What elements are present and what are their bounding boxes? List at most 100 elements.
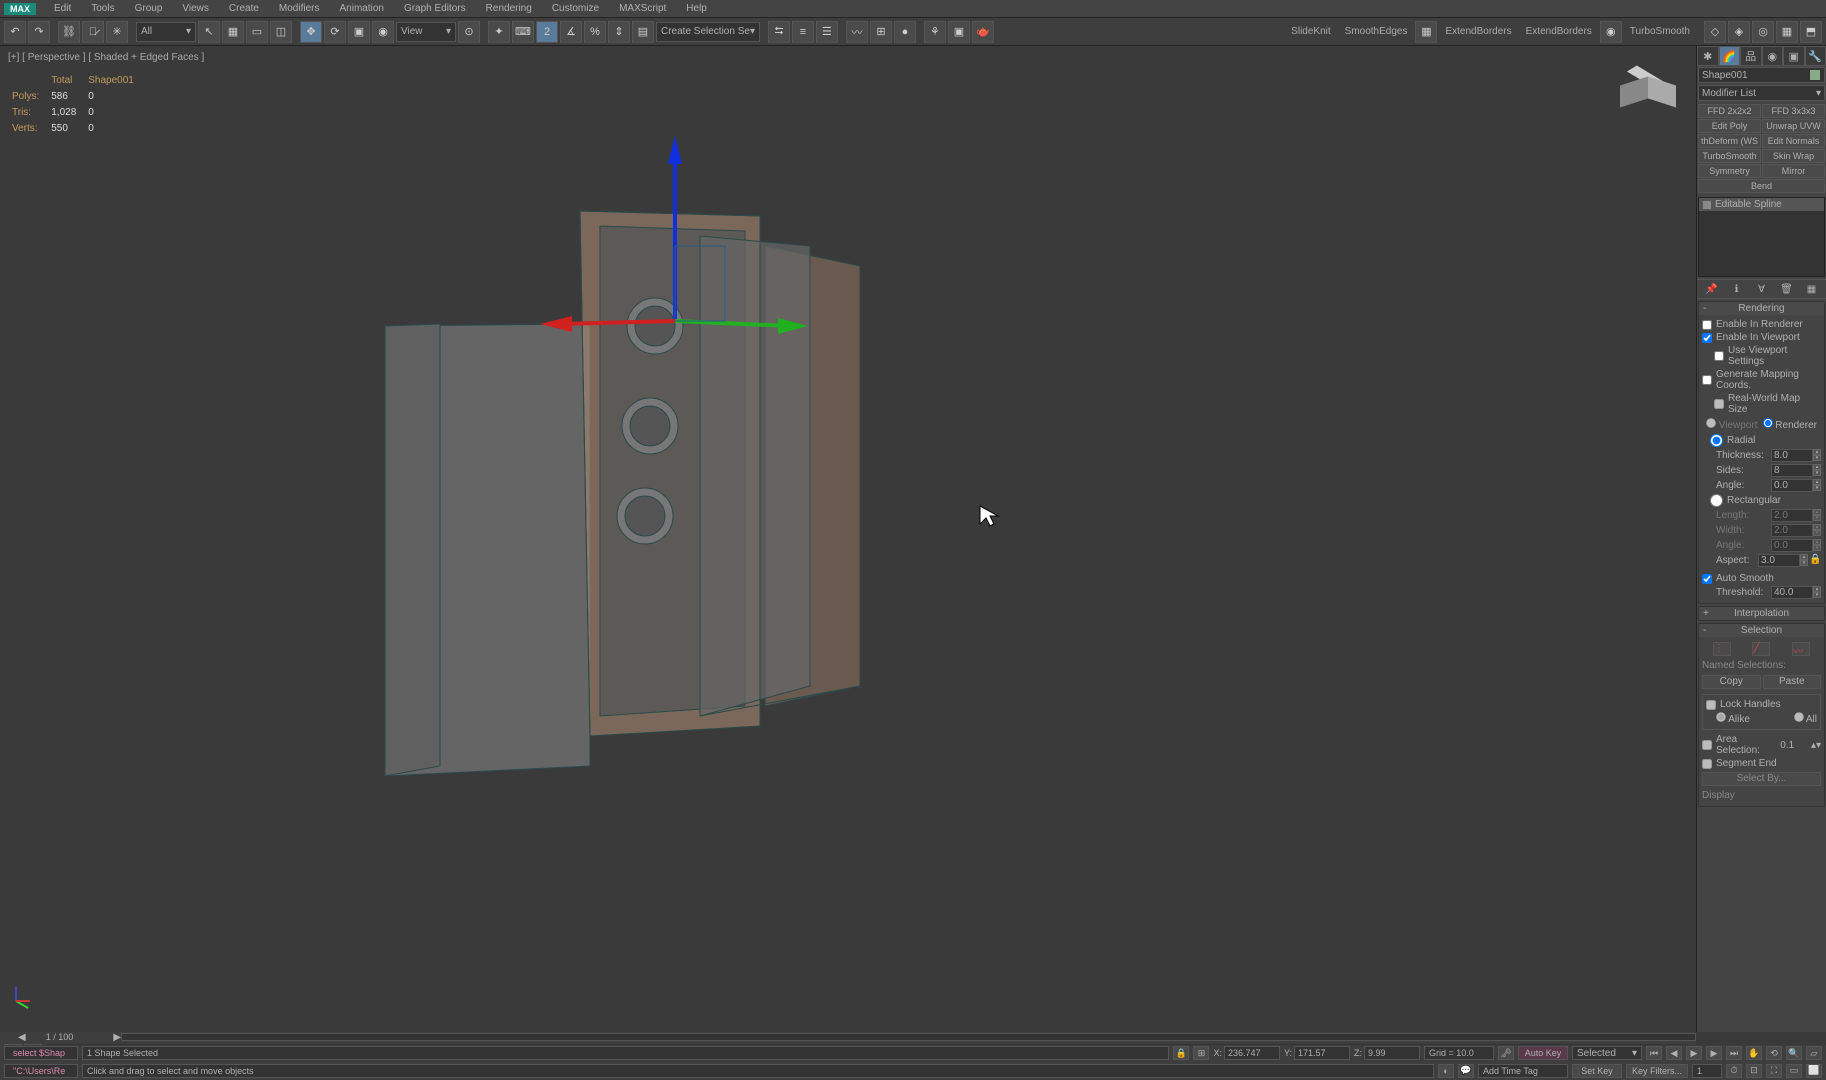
mod-edit-normals[interactable]: Edit Normals [1762, 134, 1825, 148]
menu-modifiers[interactable]: Modifiers [269, 1, 330, 16]
menu-graph-editors[interactable]: Graph Editors [394, 1, 476, 16]
tab-utilities[interactable]: 🔧 [1805, 46, 1826, 66]
angle-spinner[interactable]: 0.0 [1771, 479, 1813, 492]
script-smoothedges[interactable]: SmoothEdges [1339, 26, 1414, 37]
rotate-button[interactable]: ⟳ [324, 21, 346, 43]
menu-group[interactable]: Group [125, 1, 173, 16]
perspective-viewport[interactable]: [+] [ Perspective ] [ Shaded + Edged Fac… [0, 46, 1696, 1032]
script-extendborders[interactable]: ExtendBorders [1439, 26, 1517, 37]
menu-edit[interactable]: Edit [44, 1, 81, 16]
unlink-button[interactable]: ⛓̷ [82, 21, 104, 43]
spline-subobj-button[interactable]: 〰 [1792, 642, 1810, 656]
window-crossing-button[interactable]: ◫ [270, 21, 292, 43]
tab-modify[interactable]: 🌈 [1719, 46, 1741, 66]
tool-icon-c[interactable]: ◎ [1752, 21, 1774, 43]
nav-fov-icon[interactable]: ▱ [1806, 1046, 1822, 1060]
aspect-lock-icon[interactable]: 🔒 [1809, 554, 1821, 567]
menu-create[interactable]: Create [219, 1, 269, 16]
mod-edit-poly[interactable]: Edit Poly [1698, 119, 1761, 133]
configure-modifier-icon[interactable]: ▦ [1804, 282, 1820, 296]
lock-selection-icon[interactable]: 🔒 [1173, 1046, 1189, 1060]
mod-thdeform[interactable]: thDeform (WS [1698, 134, 1761, 148]
renderer-radio[interactable] [1763, 418, 1773, 428]
auto-key-button[interactable]: Auto Key [1518, 1046, 1568, 1060]
manipulate-button[interactable]: ✦ [488, 21, 510, 43]
y-coord-field[interactable]: 171.57 [1294, 1046, 1350, 1060]
remove-modifier-icon[interactable]: 🗑 [1779, 282, 1795, 296]
generate-mapping-check[interactable] [1702, 375, 1712, 385]
named-selection-dropdown[interactable]: Create Selection Se▾ [656, 22, 760, 42]
key-filters-button[interactable]: Key Filters... [1626, 1064, 1688, 1078]
script-turbosmooth[interactable]: TurboSmooth [1624, 26, 1696, 37]
mirror-button[interactable]: ⮀ [768, 21, 790, 43]
key-icon[interactable]: 🗝 [1498, 1046, 1514, 1060]
segment-subobj-button[interactable]: ╱ [1752, 642, 1770, 656]
enable-in-renderer-check[interactable] [1702, 320, 1712, 330]
redo-button[interactable]: ↷ [28, 21, 50, 43]
menu-tools[interactable]: Tools [81, 1, 124, 16]
tool-icon-e[interactable]: ⬒ [1800, 21, 1822, 43]
threshold-spinner[interactable]: 40.0 [1771, 586, 1813, 599]
snap-2d-button[interactable]: 2 [536, 21, 558, 43]
make-unique-icon[interactable]: ∀ [1754, 282, 1770, 296]
mod-unwrap-uvw[interactable]: Unwrap UVW [1762, 119, 1825, 133]
link-button[interactable]: ⛓ [58, 21, 80, 43]
auto-smooth-check[interactable] [1702, 574, 1712, 584]
material-editor-button[interactable]: ● [894, 21, 916, 43]
absolute-relative-icon[interactable]: ⊞ [1193, 1046, 1209, 1060]
rollout-interpolation-header[interactable]: +Interpolation [1699, 607, 1824, 620]
mod-mirror[interactable]: Mirror [1762, 164, 1825, 178]
ref-coord-button[interactable]: ◉ [372, 21, 394, 43]
tool-icon-b[interactable]: ◈ [1728, 21, 1750, 43]
nav-zoom-icon[interactable]: 🔍 [1786, 1046, 1802, 1060]
menu-customize[interactable]: Customize [542, 1, 609, 16]
enable-in-viewport-check[interactable] [1702, 333, 1712, 343]
select-region-button[interactable]: ▭ [246, 21, 268, 43]
set-key-button[interactable]: Set Key [1572, 1064, 1622, 1078]
nav-zoom-ext-icon[interactable]: ⛶ [1766, 1064, 1782, 1078]
bind-spacewarp-button[interactable]: ✳ [106, 21, 128, 43]
script-icon-2[interactable]: ◉ [1600, 21, 1622, 43]
modifier-stack[interactable]: Editable Spline [1698, 197, 1825, 277]
keyboard-shortcut-button[interactable]: ⌨ [512, 21, 534, 43]
next-frame-icon[interactable]: ▶ [1706, 1046, 1722, 1060]
goto-end-icon[interactable]: ⏭ [1726, 1046, 1742, 1060]
add-time-tag[interactable]: Add Time Tag [1478, 1064, 1568, 1078]
scale-button[interactable]: ▣ [348, 21, 370, 43]
mod-bend[interactable]: Bend [1698, 179, 1825, 193]
edit-named-sel-button[interactable]: ▤ [632, 21, 654, 43]
isolate-icon[interactable]: ◐ [1438, 1064, 1454, 1078]
render-frame-button[interactable]: ▣ [948, 21, 970, 43]
mod-turbosmooth[interactable]: TurboSmooth [1698, 149, 1761, 163]
time-slider[interactable]: ◀ 1 / 100 ▶ [0, 1032, 1696, 1042]
pivot-center-button[interactable]: ⊙ [458, 21, 480, 43]
aspect-spinner[interactable]: 3.0 [1758, 554, 1800, 567]
select-object-button[interactable]: ↖ [198, 21, 220, 43]
rollout-selection-header[interactable]: -Selection [1699, 624, 1824, 637]
nav-max-icon[interactable]: ⬜ [1806, 1064, 1822, 1078]
tab-display[interactable]: ▣ [1783, 46, 1805, 66]
menu-help[interactable]: Help [676, 1, 717, 16]
tab-motion[interactable]: ◉ [1762, 46, 1784, 66]
nav-arc-icon[interactable]: ⟲ [1766, 1046, 1782, 1060]
snap-angle-button[interactable]: ∡ [560, 21, 582, 43]
rectangular-radio[interactable] [1710, 494, 1723, 507]
script-icon-1[interactable]: ▦ [1415, 21, 1437, 43]
rollout-rendering-header[interactable]: -Rendering [1699, 302, 1824, 315]
nav-pan-icon[interactable]: ✋ [1746, 1046, 1762, 1060]
show-end-result-icon[interactable]: ℹ [1729, 282, 1745, 296]
use-viewport-settings-check[interactable] [1714, 351, 1724, 361]
snap-percent-button[interactable]: % [584, 21, 606, 43]
nav-zoom-all-icon[interactable]: ⊡ [1746, 1064, 1762, 1078]
tab-hierarchy[interactable]: 品 [1740, 46, 1762, 66]
paste-selection-button[interactable]: Paste [1763, 675, 1822, 689]
move-button[interactable]: ✥ [300, 21, 322, 43]
nav-region-icon[interactable]: ▭ [1786, 1064, 1802, 1078]
selection-filter-dropdown[interactable]: All▾ [136, 22, 196, 42]
mod-skin-wrap[interactable]: Skin Wrap [1762, 149, 1825, 163]
layers-button[interactable]: ☰ [816, 21, 838, 43]
align-button[interactable]: ≡ [792, 21, 814, 43]
menu-animation[interactable]: Animation [329, 1, 393, 16]
tool-icon-a[interactable]: ◇ [1704, 21, 1726, 43]
undo-button[interactable]: ↶ [4, 21, 26, 43]
